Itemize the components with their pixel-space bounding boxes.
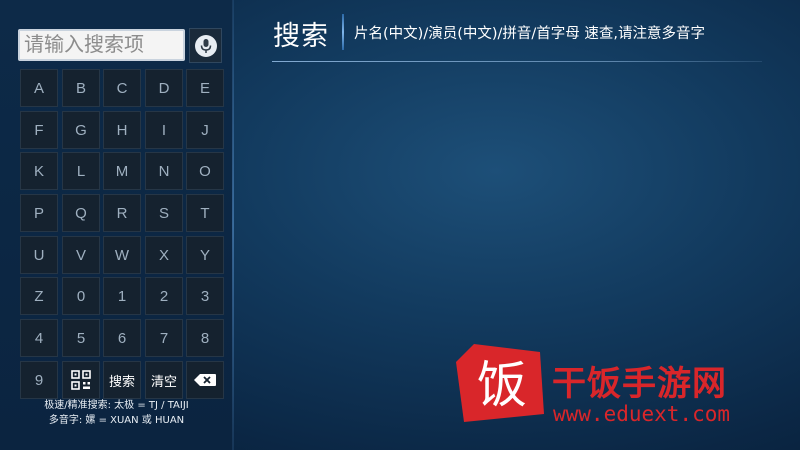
key-a[interactable]: A — [20, 69, 58, 107]
watermark-url: www.eduext.com — [553, 402, 731, 426]
key-9[interactable]: 9 — [20, 361, 58, 399]
key-l[interactable]: L — [62, 152, 100, 190]
key-t[interactable]: T — [186, 194, 224, 232]
key-h[interactable]: H — [103, 111, 141, 149]
key-8[interactable]: 8 — [186, 319, 224, 357]
qr-code-button[interactable] — [62, 361, 100, 399]
keyboard-panel: 请输入搜索项 ABCDE FGHIJ KLMNO PQRST UVWXY Z0123 456… — [0, 0, 233, 450]
hint-polyphonic: 多音字: 嫘 = XUAN 或 HUAN — [48, 415, 185, 426]
key-g[interactable]: G — [62, 111, 100, 149]
key-b[interactable]: B — [62, 69, 100, 107]
watermark-logo-icon: 饭 — [456, 344, 544, 422]
key-c[interactable]: C — [103, 69, 141, 107]
key-w[interactable]: W — [103, 236, 141, 274]
hint-quick-search: 极速/精准搜索: 太极 = TJ / TAIJI — [44, 400, 189, 411]
key-m[interactable]: M — [103, 152, 141, 190]
backspace-icon — [194, 374, 216, 386]
key-0[interactable]: 0 — [62, 277, 100, 315]
watermark-logo-char: 饭 — [477, 356, 527, 414]
key-i[interactable]: I — [145, 111, 183, 149]
key-q[interactable]: Q — [62, 194, 100, 232]
key-6[interactable]: 6 — [103, 319, 141, 357]
key-r[interactable]: R — [103, 194, 141, 232]
key-1[interactable]: 1 — [103, 277, 141, 315]
search-input[interactable]: 请输入搜索项 — [18, 29, 185, 61]
key-v[interactable]: V — [62, 236, 100, 274]
key-f[interactable]: F — [20, 111, 58, 149]
title-separator — [342, 14, 344, 50]
microphone-icon — [194, 34, 217, 57]
key-j[interactable]: J — [186, 111, 224, 149]
key-2[interactable]: 2 — [145, 277, 183, 315]
header-underline — [272, 61, 762, 62]
key-z[interactable]: Z — [20, 277, 58, 315]
key-o[interactable]: O — [186, 152, 224, 190]
key-7[interactable]: 7 — [145, 319, 183, 357]
panel-divider — [232, 0, 234, 450]
page-title: 搜索 — [273, 21, 329, 52]
key-3[interactable]: 3 — [186, 277, 224, 315]
watermark-name: 干饭手游网 — [552, 364, 727, 404]
key-4[interactable]: 4 — [20, 319, 58, 357]
key-d[interactable]: D — [145, 69, 183, 107]
key-y[interactable]: Y — [186, 236, 224, 274]
key-x[interactable]: X — [145, 236, 183, 274]
key-e[interactable]: E — [186, 69, 224, 107]
key-u[interactable]: U — [20, 236, 58, 274]
search-button[interactable]: 搜索 — [103, 361, 141, 399]
search-instructions: 片名(中文)/演员(中文)/拼音/首字母 速查,请注意多音字 — [354, 26, 706, 42]
key-s[interactable]: S — [145, 194, 183, 232]
key-k[interactable]: K — [20, 152, 58, 190]
voice-search-button[interactable] — [189, 28, 222, 63]
key-p[interactable]: P — [20, 194, 58, 232]
backspace-button[interactable] — [186, 361, 224, 399]
qr-code-icon — [71, 370, 91, 390]
key-n[interactable]: N — [145, 152, 183, 190]
clear-button[interactable]: 清空 — [145, 361, 183, 399]
key-5[interactable]: 5 — [62, 319, 100, 357]
